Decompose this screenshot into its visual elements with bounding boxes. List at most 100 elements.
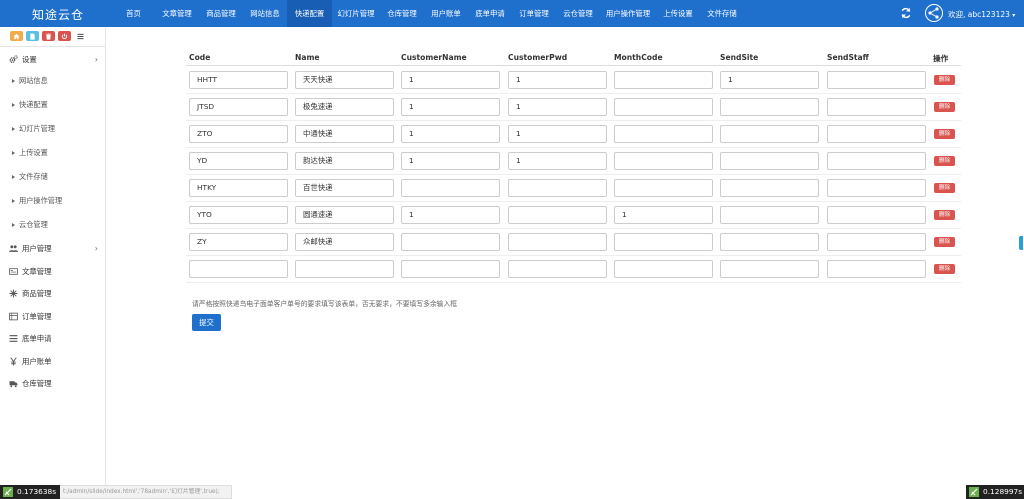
code-input[interactable]: JTSD bbox=[189, 98, 288, 116]
customer-pwd-input[interactable] bbox=[508, 260, 607, 278]
name-input[interactable] bbox=[295, 260, 394, 278]
sidebar-section-users[interactable]: 用户管理 › bbox=[0, 237, 106, 259]
nav-item[interactable]: 底单申请 bbox=[468, 0, 512, 27]
delete-button[interactable]: 删除 bbox=[934, 75, 955, 85]
user-avatar[interactable] bbox=[925, 4, 943, 22]
delete-button[interactable]: 删除 bbox=[934, 156, 955, 166]
nav-item[interactable]: 商品管理 bbox=[199, 0, 243, 27]
sidebar-menu-item[interactable]: 用户账单 bbox=[0, 350, 106, 372]
customer-name-input[interactable] bbox=[401, 179, 500, 197]
customer-pwd-input[interactable]: 1 bbox=[508, 125, 607, 143]
month-code-input[interactable] bbox=[614, 71, 713, 89]
code-input[interactable]: YD bbox=[189, 152, 288, 170]
send-staff-input[interactable] bbox=[827, 98, 926, 116]
name-input[interactable]: 天天快递 bbox=[295, 71, 394, 89]
code-input[interactable]: HHTT bbox=[189, 71, 288, 89]
name-input[interactable]: 圆通速递 bbox=[295, 206, 394, 224]
send-staff-input[interactable] bbox=[827, 152, 926, 170]
send-site-input[interactable] bbox=[720, 206, 819, 224]
send-staff-input[interactable] bbox=[827, 71, 926, 89]
customer-pwd-input[interactable]: 1 bbox=[508, 152, 607, 170]
code-input[interactable]: YTO bbox=[189, 206, 288, 224]
side-scroll-tab[interactable] bbox=[1019, 236, 1023, 250]
code-input[interactable]: ZY bbox=[189, 233, 288, 251]
delete-button[interactable]: 删除 bbox=[934, 264, 955, 274]
power-button[interactable] bbox=[58, 31, 71, 41]
month-code-input[interactable] bbox=[614, 260, 713, 278]
nav-item[interactable]: 快递配置 bbox=[287, 0, 332, 27]
customer-name-input[interactable] bbox=[401, 233, 500, 251]
nav-item[interactable]: 网站信息 bbox=[243, 0, 287, 27]
sidebar-item[interactable]: 幻灯片管理 bbox=[12, 124, 55, 134]
send-site-input[interactable] bbox=[720, 233, 819, 251]
delete-button[interactable]: 删除 bbox=[934, 129, 955, 139]
name-input[interactable]: 极兔速递 bbox=[295, 98, 394, 116]
sidebar-item[interactable]: 上传设置 bbox=[12, 148, 48, 158]
nav-item[interactable]: 幻灯片管理 bbox=[332, 0, 380, 27]
name-input[interactable]: 韵达快递 bbox=[295, 152, 394, 170]
home-button[interactable] bbox=[10, 31, 23, 41]
send-staff-input[interactable] bbox=[827, 233, 926, 251]
code-input[interactable]: HTKY bbox=[189, 179, 288, 197]
send-staff-input[interactable] bbox=[827, 260, 926, 278]
send-site-input[interactable] bbox=[720, 125, 819, 143]
nav-item[interactable]: 用户账单 bbox=[424, 0, 468, 27]
send-site-input[interactable] bbox=[720, 179, 819, 197]
sidebar-section-settings[interactable]: 设置 › bbox=[0, 48, 106, 70]
customer-pwd-input[interactable]: 1 bbox=[508, 98, 607, 116]
send-site-input[interactable]: 1 bbox=[720, 71, 819, 89]
month-code-input[interactable] bbox=[614, 179, 713, 197]
sidebar-item[interactable]: 文件存储 bbox=[12, 172, 48, 182]
sidebar-item[interactable]: 网站信息 bbox=[12, 76, 48, 86]
sidebar-menu-item[interactable]: 底单申请 bbox=[0, 328, 106, 350]
send-staff-input[interactable] bbox=[827, 179, 926, 197]
code-input[interactable]: ZTO bbox=[189, 125, 288, 143]
refresh-icon[interactable] bbox=[900, 7, 912, 19]
nav-item[interactable]: 云仓管理 bbox=[556, 0, 600, 27]
customer-name-input[interactable]: 1 bbox=[401, 125, 500, 143]
file-button[interactable] bbox=[26, 31, 39, 41]
brand-logo[interactable]: 知途云仓 bbox=[32, 6, 84, 23]
sidebar-menu-item[interactable]: 文章管理 bbox=[0, 260, 106, 282]
customer-name-input[interactable]: 1 bbox=[401, 152, 500, 170]
delete-button[interactable]: 删除 bbox=[934, 237, 955, 247]
name-input[interactable]: 中通快递 bbox=[295, 125, 394, 143]
customer-pwd-input[interactable] bbox=[508, 233, 607, 251]
sidebar-menu-item[interactable]: 仓库管理 bbox=[0, 373, 106, 395]
nav-item[interactable]: 用户操作管理 bbox=[600, 0, 656, 27]
sidebar-menu-item[interactable]: 订单管理 bbox=[0, 305, 106, 327]
customer-name-input[interactable]: 1 bbox=[401, 98, 500, 116]
submit-button[interactable]: 提交 bbox=[192, 314, 221, 331]
month-code-input[interactable] bbox=[614, 98, 713, 116]
nav-item[interactable]: 文件存储 bbox=[700, 0, 744, 27]
customer-name-input[interactable] bbox=[401, 260, 500, 278]
sidebar-item[interactable]: 快递配置 bbox=[12, 100, 48, 110]
delete-button[interactable]: 删除 bbox=[934, 210, 955, 220]
nav-item[interactable]: 仓库管理 bbox=[380, 0, 424, 27]
trash-button[interactable] bbox=[42, 31, 55, 41]
delete-button[interactable]: 删除 bbox=[934, 102, 955, 112]
send-site-input[interactable] bbox=[720, 98, 819, 116]
nav-item[interactable]: 上传设置 bbox=[656, 0, 700, 27]
customer-pwd-input[interactable] bbox=[508, 179, 607, 197]
send-staff-input[interactable] bbox=[827, 125, 926, 143]
sidebar-item[interactable]: 用户操作管理 bbox=[12, 196, 62, 206]
send-site-input[interactable] bbox=[720, 152, 819, 170]
code-input[interactable] bbox=[189, 260, 288, 278]
list-button[interactable] bbox=[74, 31, 87, 41]
nav-item[interactable]: 首页 bbox=[112, 0, 155, 27]
name-input[interactable]: 百世快递 bbox=[295, 179, 394, 197]
nav-item[interactable]: 订单管理 bbox=[512, 0, 556, 27]
sidebar-menu-item[interactable]: 商品管理 bbox=[0, 283, 106, 305]
sidebar-item[interactable]: 云仓管理 bbox=[12, 220, 48, 230]
month-code-input[interactable] bbox=[614, 125, 713, 143]
customer-name-input[interactable]: 1 bbox=[401, 206, 500, 224]
month-code-input[interactable] bbox=[614, 152, 713, 170]
name-input[interactable]: 众邮快递 bbox=[295, 233, 394, 251]
customer-pwd-input[interactable] bbox=[508, 206, 607, 224]
send-staff-input[interactable] bbox=[827, 206, 926, 224]
nav-item[interactable]: 文章管理 bbox=[155, 0, 199, 27]
customer-pwd-input[interactable]: 1 bbox=[508, 71, 607, 89]
month-code-input[interactable] bbox=[614, 233, 713, 251]
customer-name-input[interactable]: 1 bbox=[401, 71, 500, 89]
